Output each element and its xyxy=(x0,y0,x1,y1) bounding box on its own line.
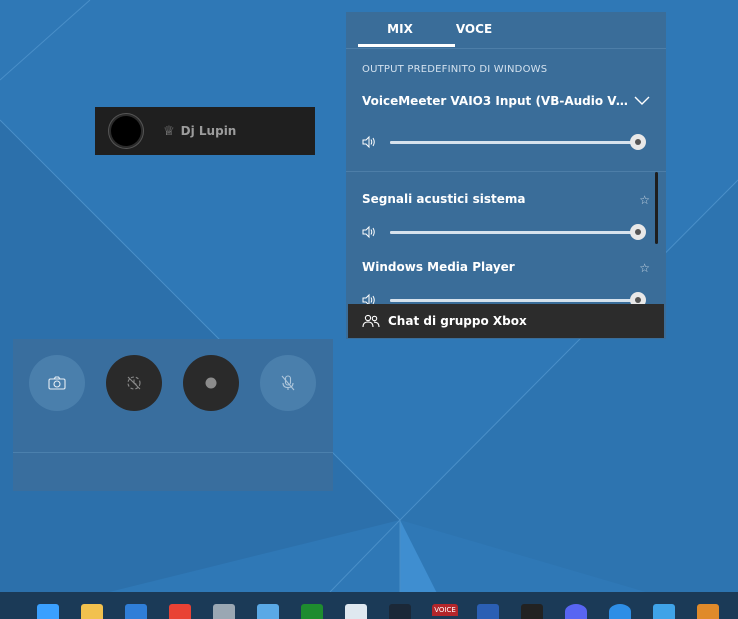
system-sounds-volume-fill xyxy=(390,231,638,234)
avatar[interactable] xyxy=(111,116,141,146)
chevron-down-icon xyxy=(634,96,650,105)
voicemeeter-icon[interactable]: VOICE xyxy=(432,604,458,616)
audio-tabs: MIX VOCE xyxy=(346,12,666,49)
record-last-button[interactable] xyxy=(106,355,162,411)
output-device-name: VoiceMeeter VAIO3 Input (VB-Audio Voic..… xyxy=(362,94,628,108)
taskbar: VOICE xyxy=(0,592,738,619)
app-name-media-player: Windows Media Player xyxy=(362,260,515,274)
xbox-icon[interactable] xyxy=(301,604,323,619)
file-explorer-icon[interactable] xyxy=(81,604,103,619)
crown-icon: ♕ xyxy=(163,123,175,139)
capture-panel xyxy=(13,339,333,491)
profile-widget[interactable]: ♕ Dj Lupin xyxy=(95,107,315,155)
camera-icon xyxy=(48,376,66,390)
device-volume-thumb[interactable] xyxy=(630,134,646,150)
system-sounds-volume-thumb[interactable] xyxy=(630,224,646,240)
settings-icon[interactable] xyxy=(213,604,235,619)
photos-icon[interactable] xyxy=(653,604,675,619)
record-button[interactable] xyxy=(183,355,239,411)
xbox-party-chat-button[interactable]: Chat di gruppo Xbox xyxy=(348,304,664,338)
star-icon[interactable]: ☆ xyxy=(639,261,650,275)
device-volume-slider[interactable] xyxy=(390,141,638,144)
nvidia-icon[interactable] xyxy=(521,604,543,619)
record-last-icon xyxy=(127,376,141,390)
windows-start-icon[interactable] xyxy=(37,604,59,619)
star-icon[interactable]: ☆ xyxy=(639,193,650,207)
device-volume-fill xyxy=(390,141,638,144)
section-divider xyxy=(346,171,666,172)
screenshot-button[interactable] xyxy=(29,355,85,411)
device-volume-row xyxy=(362,132,652,152)
mic-toggle-button[interactable] xyxy=(260,355,316,411)
media-player-icon[interactable] xyxy=(697,604,719,619)
word-icon[interactable] xyxy=(477,604,499,619)
app-blue-icon[interactable] xyxy=(257,604,279,619)
system-sounds-volume-row xyxy=(362,222,652,242)
audio-panel: MIX VOCE OUTPUT PREDEFINITO DI WINDOWS V… xyxy=(346,12,666,339)
media-player-volume-slider[interactable] xyxy=(390,299,638,302)
app-chart-icon[interactable] xyxy=(345,604,367,619)
app-network-icon[interactable] xyxy=(609,604,631,619)
gamertag: Dj Lupin xyxy=(180,124,237,138)
media-player-volume-fill xyxy=(390,299,638,302)
chrome-icon[interactable] xyxy=(169,604,191,619)
steam-icon[interactable] xyxy=(389,604,411,619)
xbox-party-chat-label: Chat di gruppo Xbox xyxy=(388,314,527,328)
output-section-label: OUTPUT PREDEFINITO DI WINDOWS xyxy=(362,64,548,75)
capture-divider xyxy=(13,452,333,453)
speaker-icon[interactable] xyxy=(362,225,376,239)
mic-muted-icon xyxy=(281,375,295,391)
app-name-system-sounds: Segnali acustici sistema xyxy=(362,192,526,206)
microsoft-store-icon[interactable] xyxy=(125,604,147,619)
tab-voce[interactable]: VOCE xyxy=(452,12,496,48)
people-icon xyxy=(362,314,380,328)
discord-icon[interactable] xyxy=(565,604,587,619)
system-sounds-volume-slider[interactable] xyxy=(390,231,638,234)
output-device-dropdown[interactable]: VoiceMeeter VAIO3 Input (VB-Audio Voic..… xyxy=(362,94,652,108)
audio-scrollbar[interactable] xyxy=(655,172,658,244)
speaker-icon[interactable] xyxy=(362,135,376,149)
record-dot-icon xyxy=(205,377,217,389)
tab-mix[interactable]: MIX xyxy=(358,12,455,48)
